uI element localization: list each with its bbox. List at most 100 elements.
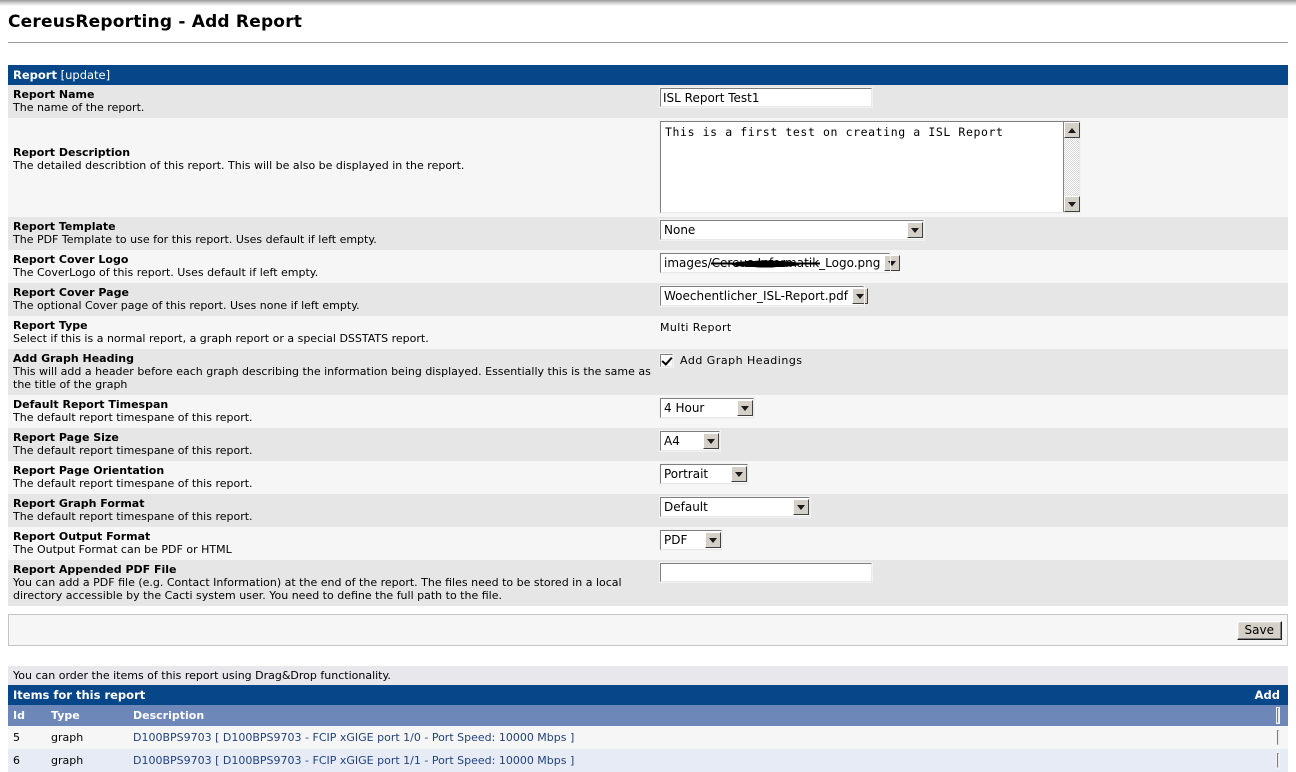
item-select-cell (1248, 749, 1288, 772)
report-graph-format-select[interactable]: Default (659, 496, 811, 518)
field-row-report-cover-logo: Report Cover Logo The CoverLogo of this … (8, 250, 1288, 283)
drag-drop-hint-row: You can order the items of this report u… (8, 666, 1288, 685)
table-row[interactable]: 5 graph D100BPS9703 [ D100BPS9703 - FCIP… (8, 726, 1288, 749)
field-control-report-description: This is a first test on creating a ISL R… (656, 118, 1288, 217)
report-page-size-select[interactable]: A4 (659, 430, 721, 452)
report-cover-logo-select[interactable]: images/Cereus-Informatik_Logo.png (659, 252, 901, 274)
item-description-link[interactable]: D100BPS9703 [ D100BPS9703 - FCIP xGIGE p… (133, 754, 574, 767)
selected-value: images/Cereus-Informatik_Logo.png (664, 256, 884, 270)
field-control-report-page-size: A4 (656, 428, 1288, 461)
item-type: graph (46, 726, 128, 749)
chevron-down-icon[interactable] (884, 255, 901, 271)
report-name-input[interactable] (659, 87, 873, 108)
page-title: CereusReporting - Add Report (8, 12, 303, 32)
chevron-down-icon[interactable] (907, 222, 923, 238)
default-report-timespan-select[interactable]: 4 Hour (659, 397, 755, 419)
chevron-down-icon[interactable] (851, 288, 868, 304)
triangle-up-icon (1068, 127, 1076, 133)
report-form-table: Report [update] Report Name The name of … (8, 65, 1288, 606)
select-all-checkbox[interactable] (1276, 707, 1280, 724)
field-row-report-page-orientation: Report Page Orientation The default repo… (8, 461, 1288, 494)
chevron-down-icon[interactable] (703, 433, 719, 449)
report-cover-page-select[interactable]: Woechentlicher_ISL-Report.pdf (659, 285, 868, 307)
chevron-down-icon[interactable] (793, 499, 809, 515)
value-prefix: images/ (664, 256, 712, 270)
items-section-header: Items for this report Add (8, 685, 1288, 705)
save-button[interactable]: Save (1236, 620, 1282, 640)
field-desc: You can add a PDF file (e.g. Contact Inf… (13, 576, 622, 602)
table-row[interactable]: 6 graph D100BPS9703 [ D100BPS9703 - FCIP… (8, 749, 1288, 772)
field-label-report-name: Report Name The name of the report. (8, 85, 656, 118)
field-name: Report Output Format (13, 530, 151, 543)
report-output-format-select[interactable]: PDF (659, 529, 723, 551)
field-row-add-graph-heading: Add Graph Heading This will add a header… (8, 349, 1288, 395)
field-row-report-type: Report Type Select if this is a normal r… (8, 316, 1288, 349)
triangle-down-glyph (709, 537, 717, 543)
field-row-report-description: Report Description The detailed describt… (8, 118, 1288, 217)
triangle-down-icon (1068, 201, 1076, 207)
drag-drop-hint: You can order the items of this report u… (8, 666, 1288, 685)
row-checkbox[interactable] (1276, 729, 1280, 746)
field-label-report-template: Report Template The PDF Template to use … (8, 217, 656, 250)
report-page-orientation-select[interactable]: Portrait (659, 463, 749, 485)
field-name: Report Name (13, 88, 95, 101)
redacted-text: Cereus-Informatik (710, 256, 821, 270)
field-control-report-appended-pdf-file (656, 560, 1288, 606)
field-name: Report Page Orientation (13, 464, 165, 477)
report-section-header-update: [update] (56, 68, 111, 82)
column-header-description: Description (128, 705, 1248, 726)
chevron-down-icon[interactable] (737, 400, 753, 416)
field-control-report-cover-logo: images/Cereus-Informatik_Logo.png (656, 250, 1288, 283)
field-name: Report Cover Page (13, 286, 129, 299)
triangle-down-glyph (797, 504, 805, 510)
report-section-header: Report [update] (8, 65, 1288, 85)
triangle-down-glyph (855, 293, 864, 299)
field-label-default-report-timespan: Default Report Timespan The default repo… (8, 395, 656, 428)
selected-value: PDF (664, 533, 688, 547)
row-checkbox[interactable] (1276, 752, 1280, 769)
field-desc: The PDF Template to use for this report.… (13, 233, 377, 246)
items-table: You can order the items of this report u… (8, 666, 1288, 772)
chevron-down-icon[interactable] (705, 532, 721, 548)
field-label-report-type: Report Type Select if this is a normal r… (8, 316, 656, 349)
add-graph-headings-label: Add Graph Headings (680, 354, 803, 367)
field-name: Report Template (13, 220, 116, 233)
field-desc: This will add a header before each graph… (13, 365, 651, 391)
item-id: 6 (8, 749, 46, 772)
report-appended-pdf-file-input[interactable] (659, 562, 873, 583)
triangle-down-glyph (911, 227, 919, 233)
field-name: Report Cover Logo (13, 253, 129, 266)
triangle-down-glyph (741, 405, 749, 411)
item-select-cell (1248, 726, 1288, 749)
field-label-report-appended-pdf-file: Report Appended PDF File You can add a P… (8, 560, 656, 606)
report-description-textarea[interactable]: This is a first test on creating a ISL R… (659, 120, 1081, 214)
field-control-report-output-format: PDF (656, 527, 1288, 560)
field-row-report-appended-pdf-file: Report Appended PDF File You can add a P… (8, 560, 1288, 606)
field-name: Default Report Timespan (13, 398, 169, 411)
item-description-link[interactable]: D100BPS9703 [ D100BPS9703 - FCIP xGIGE p… (133, 731, 574, 744)
field-label-report-page-orientation: Report Page Orientation The default repo… (8, 461, 656, 494)
field-control-report-name (656, 85, 1288, 118)
field-row-report-output-format: Report Output Format The Output Format c… (8, 527, 1288, 560)
field-name: Report Appended PDF File (13, 563, 177, 576)
add-item-link[interactable]: Add (1255, 688, 1280, 702)
field-desc: Select if this is a normal report, a gra… (13, 332, 429, 345)
field-desc: The CoverLogo of this report. Uses defau… (13, 266, 319, 279)
scroll-up-button[interactable] (1064, 122, 1080, 138)
triangle-down-glyph (735, 471, 743, 477)
report-form-panel: Report [update] Report Name The name of … (0, 65, 1296, 606)
field-label-report-cover-page: Report Cover Page The optional Cover pag… (8, 283, 656, 316)
field-control-report-template: None (656, 217, 1288, 250)
field-label-report-description: Report Description The detailed describt… (8, 118, 656, 217)
save-bar: Save (8, 614, 1288, 646)
field-row-report-graph-format: Report Graph Format The default report t… (8, 494, 1288, 527)
items-add-cell: Add (1248, 685, 1288, 705)
add-graph-headings-checkbox[interactable] (659, 353, 674, 368)
textarea-scrollbar[interactable] (1063, 122, 1080, 212)
field-desc: The name of the report. (13, 101, 145, 114)
chevron-down-icon[interactable] (731, 466, 747, 482)
report-template-select[interactable]: None (659, 219, 925, 241)
scroll-down-button[interactable] (1064, 196, 1080, 212)
field-name: Report Page Size (13, 431, 119, 444)
field-name: Add Graph Heading (13, 352, 134, 365)
